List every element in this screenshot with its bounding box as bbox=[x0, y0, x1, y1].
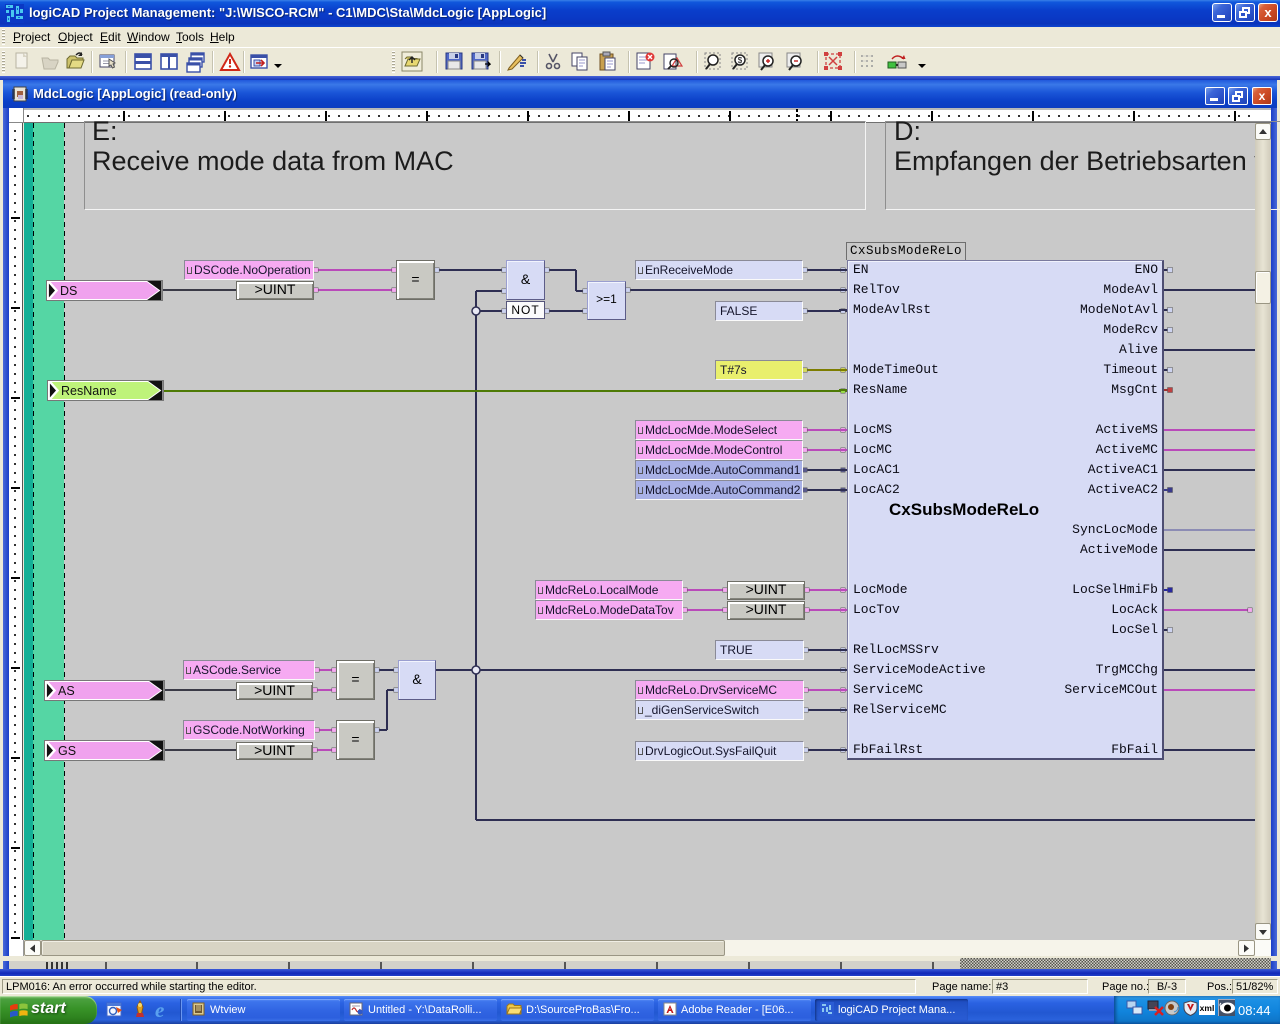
svg-text:AS: AS bbox=[58, 684, 75, 698]
svg-text:ResName: ResName bbox=[61, 384, 117, 398]
svg-text:GS: GS bbox=[58, 744, 76, 758]
svg-text:DS: DS bbox=[60, 284, 77, 298]
svg-text:xml: xml bbox=[1200, 1003, 1215, 1013]
